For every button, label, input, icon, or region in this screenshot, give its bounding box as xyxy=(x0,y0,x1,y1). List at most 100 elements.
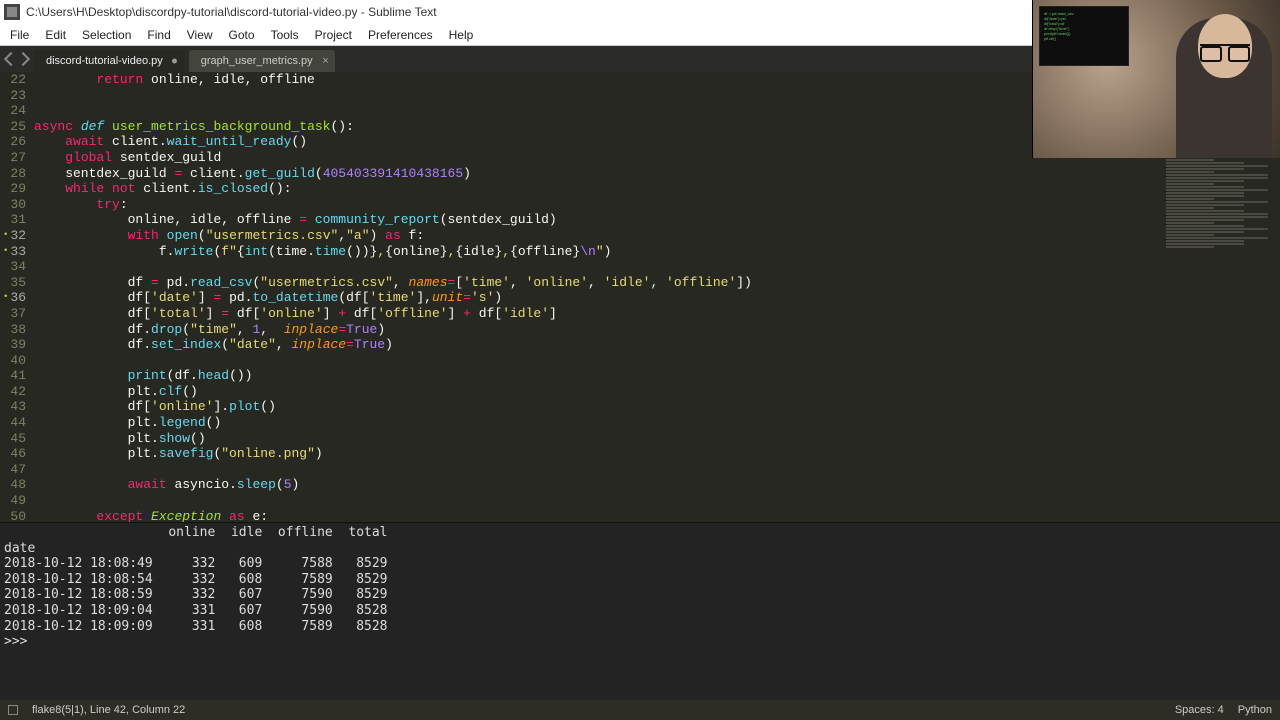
tab-dirty-icon xyxy=(172,59,177,64)
code-line[interactable]: 42 plt.clf() xyxy=(0,384,1280,400)
line-number[interactable]: 27 xyxy=(0,150,34,166)
line-number[interactable]: 47 xyxy=(0,462,34,478)
minimap[interactable] xyxy=(1160,158,1280,518)
code-content[interactable]: with open("usermetrics.csv","a") as f: xyxy=(34,228,1280,244)
code-content[interactable]: await asyncio.sleep(5) xyxy=(34,477,1280,493)
menu-help[interactable]: Help xyxy=(441,26,482,44)
code-line[interactable]: 34 xyxy=(0,259,1280,275)
tab-discord-tutorial-video-py[interactable]: discord-tutorial-video.py xyxy=(34,50,185,72)
line-number[interactable]: 43 xyxy=(0,399,34,415)
line-number[interactable]: 34 xyxy=(0,259,34,275)
menu-tools[interactable]: Tools xyxy=(263,26,307,44)
status-bar: flake8(5|1), Line 42, Column 22 Spaces: … xyxy=(0,700,1280,720)
line-number[interactable]: 29 xyxy=(0,181,34,197)
code-line[interactable]: 36 df['date'] = pd.to_datetime(df['time'… xyxy=(0,290,1280,306)
code-content[interactable]: try: xyxy=(34,197,1280,213)
code-line[interactable]: 33 f.write(f"{int(time.time())},{online}… xyxy=(0,244,1280,260)
tab-label: graph_user_metrics.py xyxy=(201,55,313,67)
webcam-overlay: df = pd.read_csv df['date']=pd df['total… xyxy=(1032,0,1280,158)
code-line[interactable]: 46 plt.savefig("online.png") xyxy=(0,446,1280,462)
line-number[interactable]: 26 xyxy=(0,134,34,150)
code-line[interactable]: 29 while not client.is_closed(): xyxy=(0,181,1280,197)
line-number[interactable]: 30 xyxy=(0,197,34,213)
code-line[interactable]: 47 xyxy=(0,462,1280,478)
line-number[interactable]: 36 xyxy=(0,290,34,306)
code-content[interactable]: while not client.is_closed(): xyxy=(34,181,1280,197)
code-line[interactable]: 48 await asyncio.sleep(5) xyxy=(0,477,1280,493)
line-number[interactable]: 46 xyxy=(0,446,34,462)
code-content[interactable]: plt.show() xyxy=(34,431,1280,447)
code-content[interactable]: df['online'].plot() xyxy=(34,399,1280,415)
menu-project[interactable]: Project xyxy=(307,26,360,44)
code-content[interactable]: df.drop("time", 1, inplace=True) xyxy=(34,322,1280,338)
line-number[interactable]: 39 xyxy=(0,337,34,353)
line-number[interactable]: 40 xyxy=(0,353,34,369)
line-number[interactable]: 41 xyxy=(0,368,34,384)
line-number[interactable]: 49 xyxy=(0,493,34,509)
line-number[interactable]: 33 xyxy=(0,244,34,260)
status-language[interactable]: Python xyxy=(1238,704,1272,716)
line-number[interactable]: 44 xyxy=(0,415,34,431)
code-line[interactable]: 35 df = pd.read_csv("usermetrics.csv", n… xyxy=(0,275,1280,291)
output-console[interactable]: online idle offline total date 2018-10-1… xyxy=(0,522,1280,700)
line-number[interactable]: 23 xyxy=(0,88,34,104)
menu-view[interactable]: View xyxy=(179,26,221,44)
line-number[interactable]: 25 xyxy=(0,119,34,135)
menu-file[interactable]: File xyxy=(2,26,37,44)
code-line[interactable]: 43 df['online'].plot() xyxy=(0,399,1280,415)
code-line[interactable]: 28 sentdex_guild = client.get_guild(4054… xyxy=(0,166,1280,182)
status-position[interactable]: flake8(5|1), Line 42, Column 22 xyxy=(32,704,185,716)
code-line[interactable]: 40 xyxy=(0,353,1280,369)
line-number[interactable]: 45 xyxy=(0,431,34,447)
code-content[interactable]: plt.savefig("online.png") xyxy=(34,446,1280,462)
code-line[interactable]: 45 plt.show() xyxy=(0,431,1280,447)
code-line[interactable]: 38 df.drop("time", 1, inplace=True) xyxy=(0,322,1280,338)
sidebar-toggle-icon[interactable] xyxy=(8,705,18,715)
code-content[interactable] xyxy=(34,462,1280,478)
code-line[interactable]: 39 df.set_index("date", inplace=True) xyxy=(0,337,1280,353)
tab-label: discord-tutorial-video.py xyxy=(46,55,163,67)
code-line[interactable]: 32 with open("usermetrics.csv","a") as f… xyxy=(0,228,1280,244)
code-content[interactable]: online, idle, offline = community_report… xyxy=(34,212,1280,228)
code-line[interactable]: 30 try: xyxy=(0,197,1280,213)
code-content[interactable]: df = pd.read_csv("usermetrics.csv", name… xyxy=(34,275,1280,291)
nav-forward-icon[interactable] xyxy=(16,52,30,66)
code-line[interactable]: 37 df['total'] = df['online'] + df['offl… xyxy=(0,306,1280,322)
code-line[interactable]: 41 print(df.head()) xyxy=(0,368,1280,384)
line-number[interactable]: 48 xyxy=(0,477,34,493)
tab-graph_user_metrics-py[interactable]: graph_user_metrics.py × xyxy=(189,50,335,72)
code-content[interactable] xyxy=(34,353,1280,369)
line-number[interactable]: 37 xyxy=(0,306,34,322)
tab-history-nav[interactable] xyxy=(4,51,34,67)
line-number[interactable]: 28 xyxy=(0,166,34,182)
code-line[interactable]: 44 plt.legend() xyxy=(0,415,1280,431)
code-content[interactable]: plt.clf() xyxy=(34,384,1280,400)
line-number[interactable]: 38 xyxy=(0,322,34,338)
line-number[interactable]: 32 xyxy=(0,228,34,244)
line-number[interactable]: 24 xyxy=(0,103,34,119)
code-content[interactable]: plt.legend() xyxy=(34,415,1280,431)
line-number[interactable]: 31 xyxy=(0,212,34,228)
code-content[interactable]: sentdex_guild = client.get_guild(4054033… xyxy=(34,166,1280,182)
console-text: online idle offline total date 2018-10-1… xyxy=(4,525,1276,650)
menu-edit[interactable]: Edit xyxy=(37,26,74,44)
line-number[interactable]: 22 xyxy=(0,72,34,88)
code-content[interactable]: df['total'] = df['online'] + df['offline… xyxy=(34,306,1280,322)
menu-selection[interactable]: Selection xyxy=(74,26,139,44)
menu-preferences[interactable]: Preferences xyxy=(360,26,441,44)
app-icon xyxy=(4,4,20,20)
code-line[interactable]: 49 xyxy=(0,493,1280,509)
code-content[interactable]: df['date'] = pd.to_datetime(df['time'],u… xyxy=(34,290,1280,306)
code-content[interactable] xyxy=(34,259,1280,275)
line-number[interactable]: 35 xyxy=(0,275,34,291)
menu-find[interactable]: Find xyxy=(139,26,178,44)
line-number[interactable]: 42 xyxy=(0,384,34,400)
code-content[interactable]: f.write(f"{int(time.time())},{online},{i… xyxy=(34,244,1280,260)
tab-close-icon[interactable]: × xyxy=(322,55,328,67)
code-content[interactable]: df.set_index("date", inplace=True) xyxy=(34,337,1280,353)
code-content[interactable]: print(df.head()) xyxy=(34,368,1280,384)
code-content[interactable] xyxy=(34,493,1280,509)
menu-goto[interactable]: Goto xyxy=(221,26,263,44)
status-indent[interactable]: Spaces: 4 xyxy=(1175,704,1224,716)
code-line[interactable]: 31 online, idle, offline = community_rep… xyxy=(0,212,1280,228)
